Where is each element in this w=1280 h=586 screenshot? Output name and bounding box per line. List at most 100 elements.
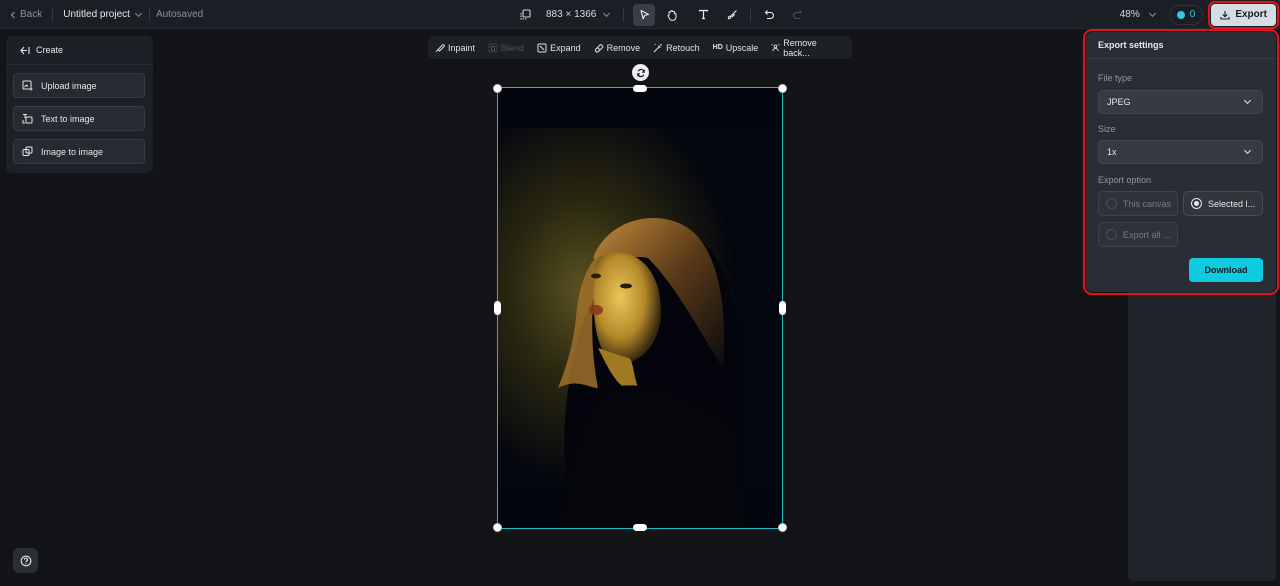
file-type-select[interactable]: JPEG (1098, 90, 1263, 114)
upload-image-label: Upload image (41, 80, 97, 91)
remove-button[interactable]: Remove (594, 42, 641, 53)
redo-icon (792, 10, 802, 20)
divider (52, 7, 54, 22)
export-option-export-all[interactable]: Export all ... (1098, 222, 1178, 247)
expand-icon (537, 43, 547, 52)
resize-handle-bottom[interactable] (633, 524, 647, 531)
top-bar-right: 48% 0 Export (1119, 0, 1279, 29)
text-tool-button[interactable] (692, 4, 714, 26)
export-settings-title: Export settings (1086, 32, 1276, 59)
resize-icon (520, 9, 531, 20)
eraser-icon (594, 43, 603, 52)
download-icon (1220, 10, 1230, 20)
magic-wand-icon (653, 43, 662, 52)
create-panel: Create Upload image Text to image Image … (6, 36, 153, 173)
text-to-image-label: Text to image (41, 113, 95, 124)
credits-count: 0 (1189, 9, 1196, 20)
image-to-image-icon (22, 146, 33, 156)
export-option-this-canvas[interactable]: This canvas (1098, 191, 1178, 216)
autosave-status: Autosaved (155, 9, 204, 20)
resize-handle-left[interactable] (494, 301, 501, 315)
resize-handle-top[interactable] (633, 85, 647, 92)
divider (148, 7, 150, 22)
export-settings-popover: Export settings File type JPEG Size 1x E… (1083, 29, 1279, 295)
expand-button[interactable]: Expand (537, 43, 581, 53)
portrait-image (498, 88, 782, 528)
chevron-left-icon (10, 11, 15, 18)
brush-tool-button[interactable] (721, 4, 743, 26)
remove-background-label: Remove back... (783, 37, 817, 58)
top-bar: Back Untitled project Autosaved 883 × 13… (0, 0, 1280, 29)
image-to-image-button[interactable]: Image to image (13, 139, 145, 164)
blend-icon (488, 43, 498, 52)
rotate-icon (636, 68, 645, 77)
radio-checked-icon (1191, 198, 1202, 209)
export-option-selected-layers[interactable]: Selected l... (1183, 191, 1263, 216)
create-panel-header[interactable]: Create (6, 36, 153, 65)
remove-label: Remove (606, 42, 641, 53)
remove-background-button[interactable]: Remove back... (771, 38, 839, 58)
hand-icon (667, 9, 677, 21)
inpaint-label: Inpaint (448, 42, 476, 53)
create-panel-title: Create (36, 45, 64, 55)
resize-handle-bottom-left[interactable] (493, 523, 502, 532)
hd-icon: HD (712, 44, 723, 51)
option-label: This canvas (1123, 198, 1172, 209)
text-to-image-icon (22, 114, 33, 124)
upload-image-button[interactable]: Upload image (13, 73, 145, 98)
redo-button[interactable] (786, 4, 808, 26)
export-option-label: Export option (1098, 175, 1152, 185)
option-label: Selected l... (1208, 198, 1256, 209)
image-to-image-label: Image to image (41, 146, 104, 157)
download-button[interactable]: Download (1189, 258, 1263, 282)
brush-icon (727, 10, 737, 20)
canvas-image[interactable] (498, 88, 782, 528)
retouch-button[interactable]: Retouch (653, 43, 700, 53)
people-icon (771, 43, 780, 51)
chevron-down-icon (603, 9, 611, 17)
top-bar-center: 883 × 1366 (512, 0, 811, 29)
canvas-size-dropdown[interactable]: 883 × 1366 (520, 9, 611, 20)
project-title-dropdown[interactable]: Untitled project (63, 9, 142, 20)
inpaint-icon (435, 43, 445, 52)
help-button[interactable] (13, 548, 38, 573)
text-to-image-button[interactable]: Text to image (13, 106, 145, 131)
radio-unchecked-icon (1106, 229, 1117, 240)
select-tool-button[interactable] (633, 3, 656, 26)
zoom-dropdown[interactable]: 48% (1119, 9, 1156, 20)
resize-handle-top-right[interactable] (778, 84, 787, 93)
divider (623, 7, 625, 22)
resize-handle-top-left[interactable] (493, 84, 502, 93)
resize-handle-bottom-right[interactable] (778, 523, 787, 532)
inpaint-button[interactable]: Inpaint (435, 43, 475, 53)
divider (750, 7, 752, 22)
credits-badge[interactable]: 0 (1168, 4, 1204, 25)
export-button[interactable]: Export (1208, 0, 1279, 29)
export-label: Export (1235, 9, 1267, 20)
upscale-label: Upscale (725, 42, 759, 53)
chevron-down-icon (1243, 96, 1252, 105)
expand-label: Expand (550, 42, 581, 53)
size-select[interactable]: 1x (1098, 140, 1263, 164)
blend-label: Blend (501, 42, 525, 53)
top-bar-left: Back Untitled project Autosaved (10, 0, 203, 29)
file-type-label: File type (1098, 73, 1133, 83)
chevron-down-icon (1148, 9, 1156, 17)
undo-icon (764, 10, 774, 20)
cursor-arrow-icon (640, 9, 649, 20)
radio-unchecked-icon (1106, 198, 1117, 209)
zoom-level: 48% (1119, 9, 1140, 20)
upscale-button[interactable]: HD Upscale (713, 43, 759, 53)
resize-handle-right[interactable] (779, 301, 786, 315)
back-button[interactable]: Back (10, 9, 42, 20)
option-label: Export all ... (1123, 229, 1171, 240)
credits-icon (1176, 10, 1185, 19)
undo-button[interactable] (758, 4, 780, 26)
retouch-label: Retouch (666, 42, 700, 53)
rotate-handle[interactable] (632, 64, 649, 81)
project-title: Untitled project (63, 9, 130, 20)
hand-tool-button[interactable] (661, 4, 683, 26)
canvas-dimensions: 883 × 1366 (546, 9, 597, 20)
blend-button[interactable]: Blend (488, 43, 524, 53)
image-edit-toolbar: Inpaint Blend Expand Remove Retouch HD U… (428, 36, 852, 59)
